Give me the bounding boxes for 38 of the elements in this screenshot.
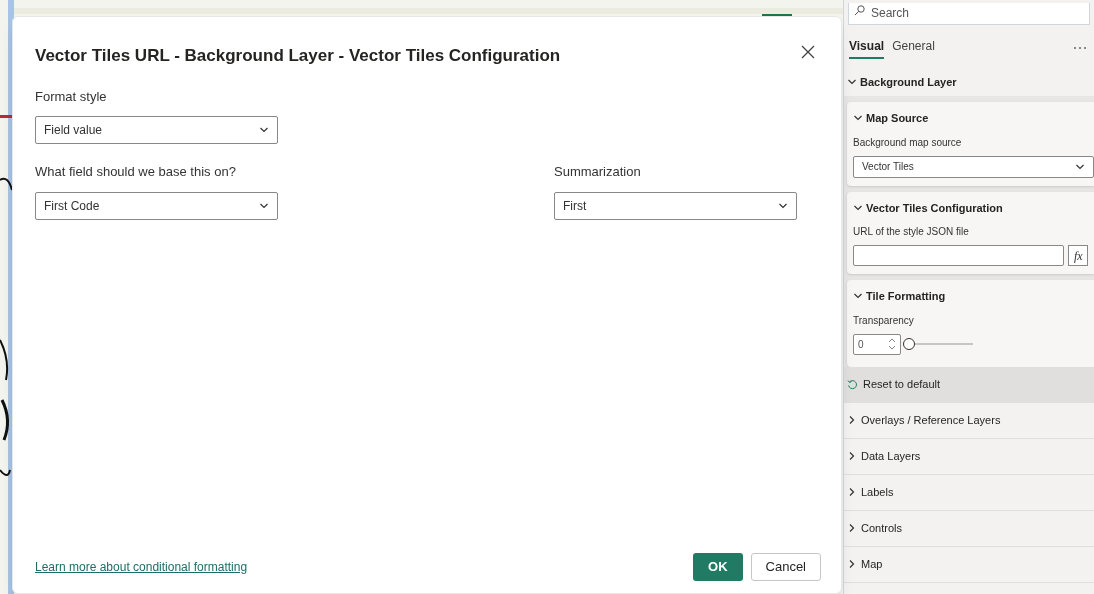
section-header[interactable]: Map: [844, 546, 1094, 583]
dropdown[interactable]: Vector Tiles: [853, 155, 1094, 178]
card-header[interactable]: Tile Formatting: [853, 288, 1088, 305]
url-input[interactable]: [853, 245, 1065, 266]
learn-more-link[interactable]: Learn more about conditional formatting: [35, 558, 248, 576]
cancel-button[interactable]: Cancel: [750, 553, 821, 581]
dialog-title: Vector Tiles URL - Background Layer - Vector Tiles Configuration: [35, 45, 561, 67]
caret-icon: [259, 125, 269, 135]
field-label: URL of the style JSON file: [853, 225, 970, 239]
field-label: Format style: [35, 87, 108, 106]
ok-button[interactable]: OK: [693, 553, 743, 581]
card-header[interactable]: Map Source: [853, 110, 1088, 127]
card-header[interactable]: Vector Tiles Configuration: [853, 199, 1088, 216]
field-label: Summarization: [554, 163, 642, 181]
fx-button[interactable]: fx: [1068, 245, 1088, 266]
close-icon[interactable]: [801, 45, 815, 59]
reset-icon: [847, 379, 858, 390]
slider-track[interactable]: [903, 338, 973, 350]
field-label: Background map source: [853, 135, 963, 150]
slider-thumb[interactable]: [903, 338, 915, 350]
section-header[interactable]: Background Layer: [844, 70, 1094, 94]
section-header[interactable]: Controls: [844, 510, 1094, 547]
section-header[interactable]: Overlays / Reference Layers: [844, 402, 1094, 439]
dropdown[interactable]: First Code: [35, 191, 278, 220]
dropdown[interactable]: Field value: [35, 116, 278, 144]
spin-arrows-icon[interactable]: [888, 337, 896, 351]
field-label: Transparency: [853, 313, 915, 328]
spin-field[interactable]: 0: [853, 333, 901, 355]
field-label: What field should we base this on?: [35, 163, 237, 181]
search-icon: [854, 5, 865, 16]
more-icon[interactable]: [1073, 46, 1087, 50]
dropdown[interactable]: First: [554, 191, 797, 220]
section-header[interactable]: Data Layers: [844, 438, 1094, 475]
tab[interactable]: General: [892, 37, 935, 59]
tab[interactable]: Visual: [849, 37, 885, 59]
search-field[interactable]: Search: [848, 2, 1090, 25]
section-header[interactable]: Labels: [844, 474, 1094, 511]
reset-button[interactable]: Reset to default: [844, 366, 1094, 403]
